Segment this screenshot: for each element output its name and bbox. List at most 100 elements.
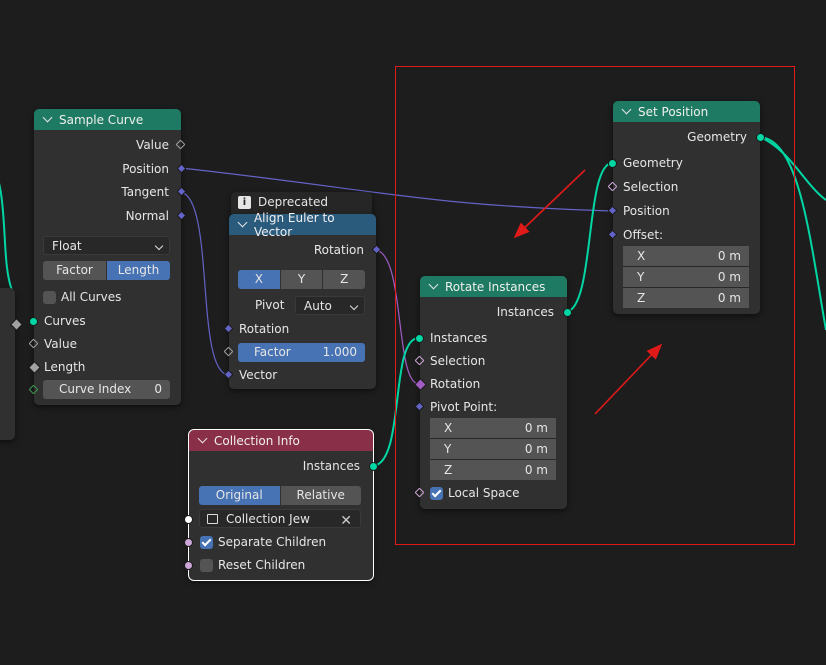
collection-info-header[interactable]: Collection Info: [189, 430, 373, 451]
align-euler-header[interactable]: Align Euler to Vector: [229, 211, 376, 239]
input-selection-label: Selection: [623, 180, 679, 194]
output-instances-label: Instances: [302, 459, 360, 473]
data-type-dropdown[interactable]: Float: [43, 236, 170, 255]
checkbox-icon[interactable]: [43, 291, 56, 304]
collapse-chevron-icon[interactable]: [197, 433, 208, 444]
collection-name: Collection Jew: [226, 512, 310, 526]
link-tangent-to-vector: [180, 191, 229, 376]
input-geometry-label: Geometry: [623, 156, 683, 170]
offset-label: Offset:: [623, 228, 664, 242]
local-space-label: Local Space: [448, 486, 520, 500]
offset-vector[interactable]: X 0 m Y 0 m Z 0 m: [623, 246, 749, 308]
output-rotation-label: Rotation: [313, 243, 364, 257]
axis-x[interactable]: X: [238, 270, 281, 289]
data-type-value: Float: [52, 239, 82, 253]
mode-length[interactable]: Length: [107, 261, 170, 280]
axis-label: X: [444, 421, 453, 435]
all-curves-checkbox[interactable]: All Curves: [43, 286, 121, 308]
deprecated-label: Deprecated: [258, 195, 328, 209]
node-title: Rotate Instances: [445, 279, 546, 294]
axis-label: Z: [637, 291, 646, 305]
axis-value: 0 m: [717, 291, 741, 305]
axis-z[interactable]: Z: [323, 270, 365, 289]
mode-toggle[interactable]: Factor Length: [43, 261, 170, 280]
socket-in-separate-children[interactable]: [184, 538, 193, 547]
output-tangent-label: Tangent: [121, 185, 169, 199]
mode-relative[interactable]: Relative: [280, 486, 361, 505]
offset-y-field[interactable]: Y 0 m: [623, 267, 749, 287]
checkbox-icon[interactable]: [200, 536, 213, 549]
node-title: Set Position: [638, 104, 709, 119]
chevron-down-icon: [154, 241, 164, 251]
separate-children-checkbox[interactable]: Separate Children: [200, 531, 326, 553]
socket-in-curves[interactable]: [29, 317, 38, 326]
axis-label: Z: [444, 463, 453, 477]
set-position-header[interactable]: Set Position: [613, 101, 760, 122]
factor-field[interactable]: Factor 1.000: [238, 343, 365, 362]
factor-label: Factor: [254, 345, 291, 359]
output-position-label: Position: [122, 162, 169, 176]
input-curves-label: Curves: [44, 314, 86, 328]
collapse-chevron-icon[interactable]: [621, 104, 632, 115]
pivot-x-field[interactable]: X 0 m: [430, 418, 556, 438]
socket-out-geometry[interactable]: [756, 133, 765, 142]
output-normal-label: Normal: [125, 209, 169, 223]
pivot-point-label: Pivot Point:: [430, 400, 498, 414]
input-selection-label: Selection: [430, 354, 486, 368]
collection-info-node[interactable]: Collection Info Instances Original Relat…: [188, 429, 374, 581]
axis-value: 0 m: [524, 421, 548, 435]
pivot-dropdown[interactable]: Auto: [295, 296, 365, 315]
pivot-point-vector[interactable]: X 0 m Y 0 m Z 0 m: [430, 418, 556, 480]
input-value-label: Value: [44, 337, 77, 351]
socket-in-instances[interactable]: [415, 334, 424, 343]
transform-space-toggle[interactable]: Original Relative: [199, 486, 361, 505]
sample-curve-node[interactable]: Sample Curve Value Position Tangent Norm…: [34, 109, 181, 405]
close-icon[interactable]: ✕: [340, 512, 352, 531]
reset-children-checkbox[interactable]: Reset Children: [200, 554, 305, 576]
socket-in-collection[interactable]: [184, 515, 193, 524]
socket-out-instances[interactable]: [563, 308, 572, 317]
axis-toggle[interactable]: X Y Z: [238, 270, 365, 289]
axis-y[interactable]: Y: [280, 270, 324, 289]
collection-selector[interactable]: Collection Jew ✕: [199, 509, 361, 531]
node-title: Collection Info: [214, 433, 300, 448]
output-instances-label: Instances: [496, 305, 554, 319]
curve-index-field[interactable]: Curve Index 0: [43, 380, 170, 399]
collapse-chevron-icon[interactable]: [42, 112, 53, 123]
mode-factor[interactable]: Factor: [43, 261, 107, 280]
collapse-chevron-icon[interactable]: [237, 217, 248, 228]
input-rotation-label: Rotation: [430, 377, 481, 391]
pivot-y-field[interactable]: Y 0 m: [430, 439, 556, 459]
output-value-label: Value: [136, 138, 169, 152]
axis-value: 0 m: [524, 463, 548, 477]
all-curves-label: All Curves: [61, 290, 122, 304]
node-title: Sample Curve: [59, 112, 144, 127]
checkbox-icon[interactable]: [200, 559, 213, 572]
axis-label: Y: [444, 442, 452, 456]
sample-curve-header[interactable]: Sample Curve: [34, 109, 181, 130]
checkbox-icon[interactable]: [430, 487, 443, 500]
pivot-label: Pivot: [255, 298, 285, 312]
axis-label: Y: [637, 270, 645, 284]
axis-value: 0 m: [717, 270, 741, 284]
pivot-z-field[interactable]: Z 0 m: [430, 460, 556, 480]
local-space-checkbox[interactable]: Local Space: [430, 482, 519, 504]
rotate-instances-node[interactable]: Rotate Instances Instances Instances Sel…: [420, 276, 567, 509]
socket-in-reset-children[interactable]: [184, 561, 193, 570]
align-euler-to-vector-node[interactable]: Align Euler to Vector Rotation X Y Z Piv…: [229, 211, 376, 389]
input-vector-label: Vector: [239, 368, 278, 382]
offset-x-field[interactable]: X 0 m: [623, 246, 749, 266]
output-geometry-label: Geometry: [687, 130, 747, 144]
rotate-instances-header[interactable]: Rotate Instances: [420, 276, 567, 297]
pivot-value: Auto: [304, 299, 332, 313]
socket-in-geometry[interactable]: [608, 159, 617, 168]
mode-original[interactable]: Original: [199, 486, 281, 505]
collapse-chevron-icon[interactable]: [428, 279, 439, 290]
partial-node-left[interactable]: [0, 288, 15, 440]
offset-z-field[interactable]: Z 0 m: [623, 288, 749, 308]
input-position-label: Position: [623, 204, 670, 218]
axis-value: 0 m: [524, 442, 548, 456]
socket-out-instances[interactable]: [369, 462, 378, 471]
link-left-geometry: [0, 183, 13, 291]
set-position-node[interactable]: Set Position Geometry Geometry Selection…: [613, 101, 760, 314]
